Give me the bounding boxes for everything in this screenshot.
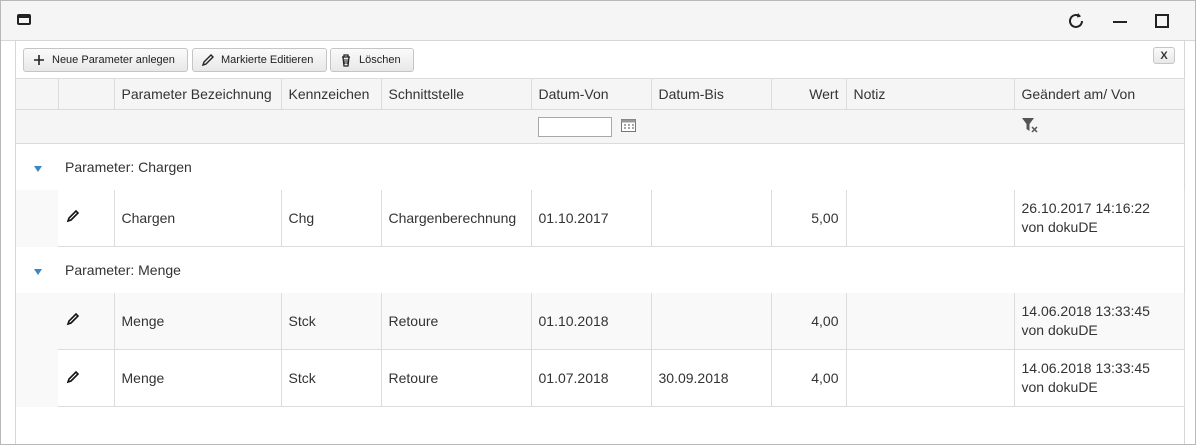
collapse-arrow-icon[interactable] (34, 165, 42, 172)
cell-datum-bis: 30.09.2018 (651, 349, 772, 407)
header-expand (16, 78, 59, 110)
header-edit (58, 78, 115, 110)
datum-von-filter-input[interactable] (538, 116, 612, 137)
edit-row-icon[interactable] (65, 370, 81, 388)
header-notiz[interactable]: Notiz (846, 78, 1015, 110)
parameter-grid: Parameter Bezeichnung Kennzeichen Schnit… (16, 78, 1185, 407)
cell-bezeichnung: Chargen (114, 189, 282, 247)
header-datum-bis[interactable]: Datum-Bis (651, 78, 772, 110)
delete-button[interactable]: Löschen (330, 48, 414, 72)
clear-filter-icon[interactable] (1021, 118, 1039, 137)
delete-label: Löschen (359, 54, 401, 66)
table-row[interactable]: Menge Stck Retoure 01.10.2018 4,00 14.06… (16, 292, 1185, 350)
new-parameter-label: Neue Parameter anlegen (52, 54, 175, 66)
cell-kennzeichen: Stck (281, 349, 382, 407)
cell-wert: 4,00 (771, 292, 847, 350)
header-bezeichnung[interactable]: Parameter Bezeichnung (114, 78, 282, 110)
header-wert[interactable]: Wert (771, 78, 847, 110)
trash-icon (339, 53, 353, 67)
header-datum-von[interactable]: Datum-Von (531, 78, 652, 110)
group-row[interactable]: Parameter: Chargen (16, 143, 1184, 190)
edit-selected-button[interactable]: Markierte Editieren (192, 48, 327, 72)
cell-bezeichnung: Menge (114, 349, 282, 407)
minimize-icon[interactable] (1109, 10, 1131, 32)
grid-panel: Neue Parameter anlegen Markierte Editier… (15, 41, 1185, 444)
dialog-window: Neue Parameter anlegen Markierte Editier… (0, 0, 1196, 445)
cell-kennzeichen: Chg (281, 189, 382, 247)
toolbar: Neue Parameter anlegen Markierte Editier… (16, 41, 1184, 78)
group-row[interactable]: Parameter: Menge (16, 246, 1184, 293)
header-schnittstelle[interactable]: Schnittstelle (381, 78, 532, 110)
title-bar (1, 1, 1195, 41)
cell-notiz (846, 189, 1015, 247)
edit-selected-label: Markierte Editieren (221, 54, 314, 66)
cell-notiz (846, 349, 1015, 407)
cell-notiz (846, 292, 1015, 350)
edit-row-icon[interactable] (65, 210, 81, 227)
maximize-icon[interactable] (1151, 10, 1173, 32)
cell-datum-von: 01.10.2018 (531, 292, 652, 350)
plus-icon (32, 53, 46, 67)
cell-schnittstelle: Chargenberechnung (381, 189, 532, 247)
cell-geaendert: 14.06.2018 13:33:45 von dokuDE (1014, 349, 1185, 407)
geaendert-am: 14.06.2018 13:33:45 (1021, 302, 1150, 319)
cell-wert: 4,00 (771, 349, 847, 407)
cell-datum-von: 01.07.2018 (531, 349, 652, 407)
edit-row-icon[interactable] (65, 313, 81, 330)
window-icon (17, 14, 31, 25)
cell-geaendert: 14.06.2018 13:33:45 von dokuDE (1014, 292, 1185, 350)
cell-bezeichnung: Menge (114, 292, 282, 350)
geaendert-von: von dokuDE (1021, 379, 1098, 395)
cell-datum-bis (651, 292, 772, 350)
new-parameter-button[interactable]: Neue Parameter anlegen (23, 48, 188, 72)
group-label: Parameter: Chargen (58, 143, 1184, 190)
filter-row (16, 109, 1184, 144)
collapse-arrow-icon[interactable] (34, 268, 42, 275)
cell-kennzeichen: Stck (281, 292, 382, 350)
table-row[interactable]: Menge Stck Retoure 01.07.2018 30.09.2018… (16, 349, 1185, 407)
close-panel-button[interactable]: X (1153, 47, 1175, 64)
refresh-icon[interactable] (1065, 10, 1087, 32)
cell-wert: 5,00 (771, 189, 847, 247)
table-row[interactable]: Chargen Chg Chargenberechnung 01.10.2017… (16, 189, 1185, 247)
geaendert-am: 14.06.2018 13:33:45 (1021, 360, 1150, 376)
header-row: Parameter Bezeichnung Kennzeichen Schnit… (16, 78, 1185, 110)
group-label: Parameter: Menge (58, 246, 1184, 293)
pencil-icon (201, 53, 215, 67)
header-kennzeichen[interactable]: Kennzeichen (281, 78, 382, 110)
cell-datum-bis (651, 189, 772, 247)
cell-schnittstelle: Retoure (381, 349, 532, 407)
cell-datum-von: 01.10.2017 (531, 189, 652, 247)
cell-geaendert: 26.10.2017 14:16:22 von dokuDE (1014, 189, 1185, 247)
geaendert-von: von dokuDE (1021, 218, 1098, 235)
calendar-icon[interactable] (620, 118, 636, 135)
geaendert-von: von dokuDE (1021, 321, 1098, 338)
geaendert-am: 26.10.2017 14:16:22 (1021, 199, 1150, 216)
header-geaendert[interactable]: Geändert am/ Von (1014, 78, 1185, 110)
cell-schnittstelle: Retoure (381, 292, 532, 350)
